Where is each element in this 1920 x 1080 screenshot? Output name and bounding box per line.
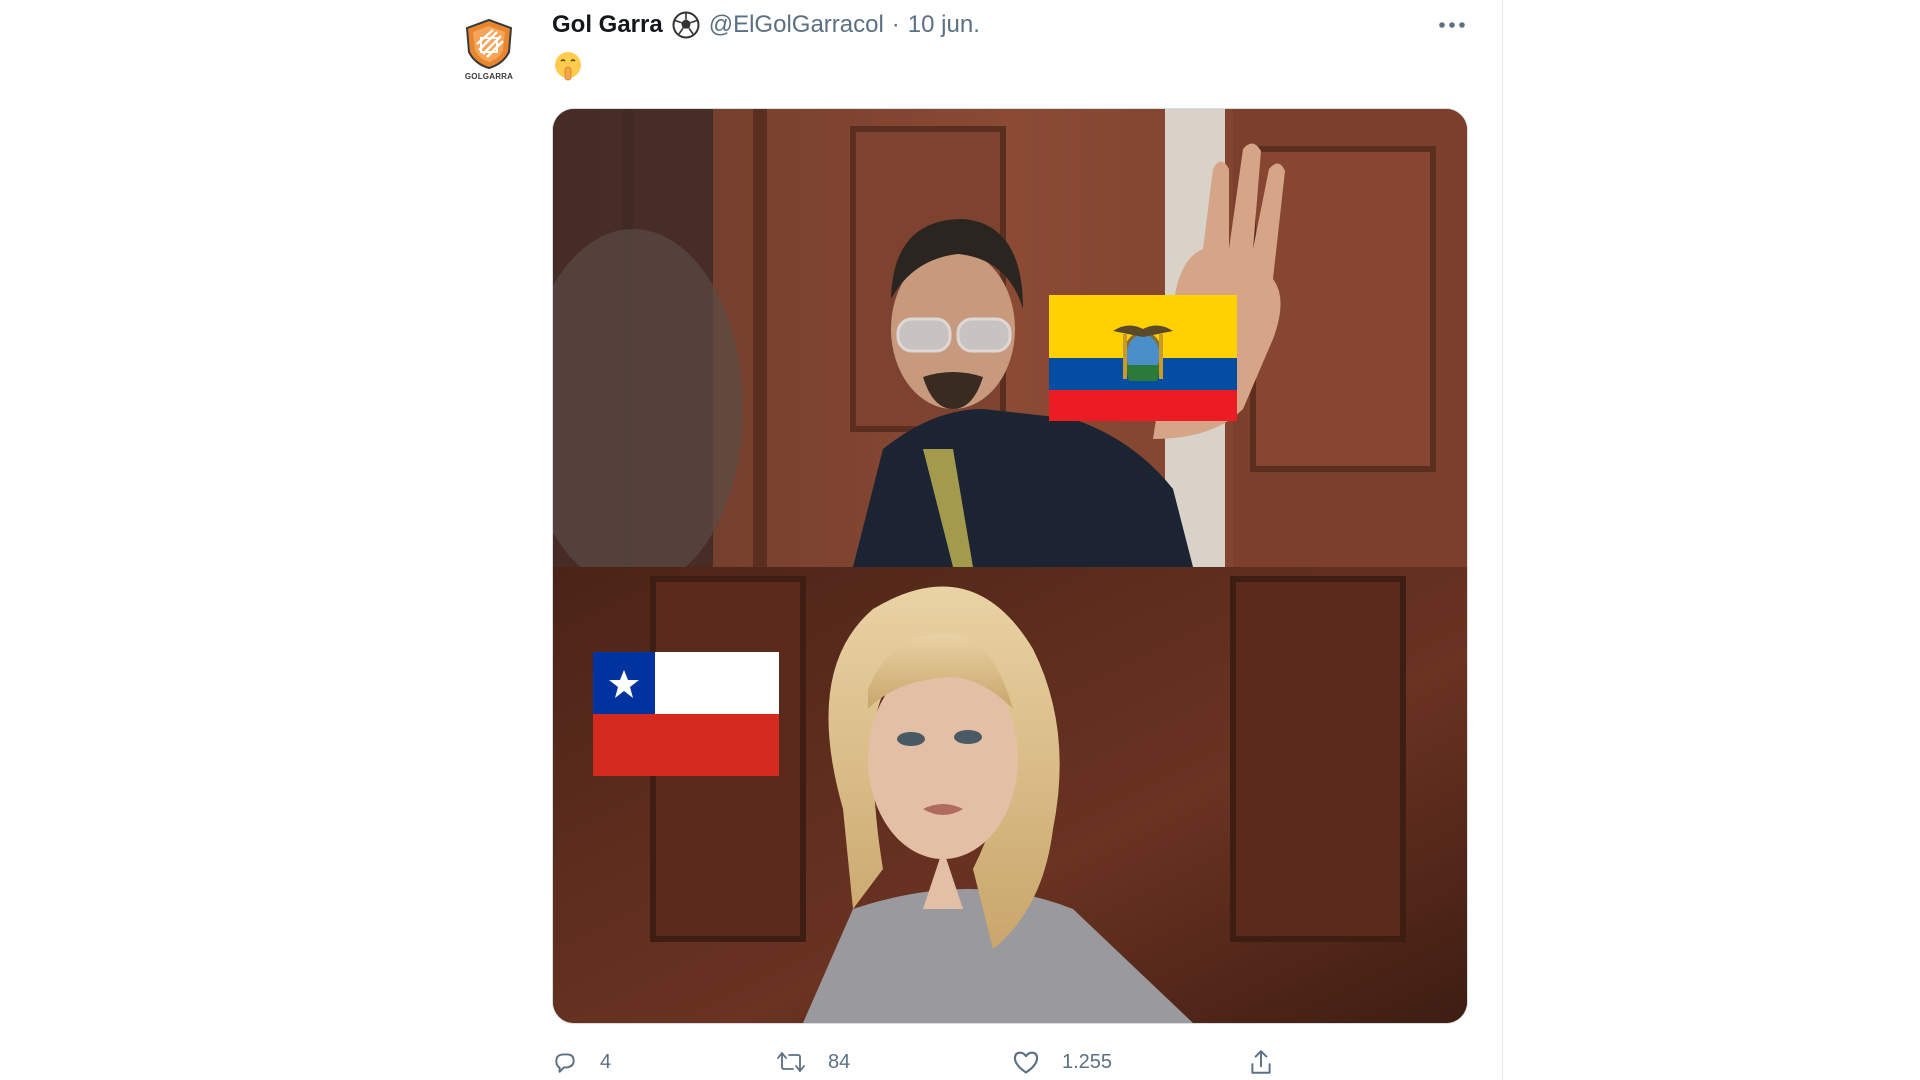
bottom-panel-photo <box>553 567 1467 1023</box>
reply-icon <box>555 1053 575 1073</box>
tweet-date[interactable]: 10 jun. <box>908 11 980 39</box>
retweet-count: 84 <box>828 1050 851 1073</box>
tweet-actions: 4 84 1.255 <box>552 1044 1372 1080</box>
twitter-page: GOLGARRA Gol Garra @ElGolGarracol · 10 j… <box>0 0 1920 1080</box>
reply-count: 4 <box>600 1050 612 1073</box>
author-handle[interactable]: @ElGolGarracol <box>709 11 884 39</box>
ecuador-flag <box>1049 295 1237 421</box>
tweet-media-image[interactable] <box>552 108 1468 1024</box>
timeline-border <box>1502 0 1503 1080</box>
avatar-caption: GOLGARRA <box>464 72 514 81</box>
separator-dot: · <box>891 11 900 38</box>
share-icon <box>1251 1050 1271 1074</box>
soccer-ball-icon <box>671 10 701 40</box>
tweet-text <box>552 50 584 89</box>
shushing-face-emoji-icon <box>555 52 581 81</box>
tweet-header: Gol Garra @ElGolGarracol · 10 jun. <box>552 10 980 40</box>
retweet-button[interactable]: 84 <box>776 1044 850 1080</box>
author-name[interactable]: Gol Garra <box>552 11 663 39</box>
avatar[interactable]: GOLGARRA <box>456 18 522 84</box>
share-button[interactable] <box>1248 1044 1274 1080</box>
top-panel-photo <box>553 109 1467 589</box>
like-count: 1.255 <box>1062 1050 1113 1073</box>
avatar-logo-icon <box>465 18 513 70</box>
heart-icon <box>1013 1051 1039 1074</box>
chile-flag <box>593 652 779 776</box>
retweet-icon <box>777 1052 805 1072</box>
more-options-icon[interactable] <box>1432 10 1472 40</box>
reply-button[interactable]: 4 <box>552 1044 611 1080</box>
like-button[interactable]: 1.255 <box>1012 1044 1112 1080</box>
tweet[interactable]: GOLGARRA Gol Garra @ElGolGarracol · 10 j… <box>456 0 1502 1080</box>
